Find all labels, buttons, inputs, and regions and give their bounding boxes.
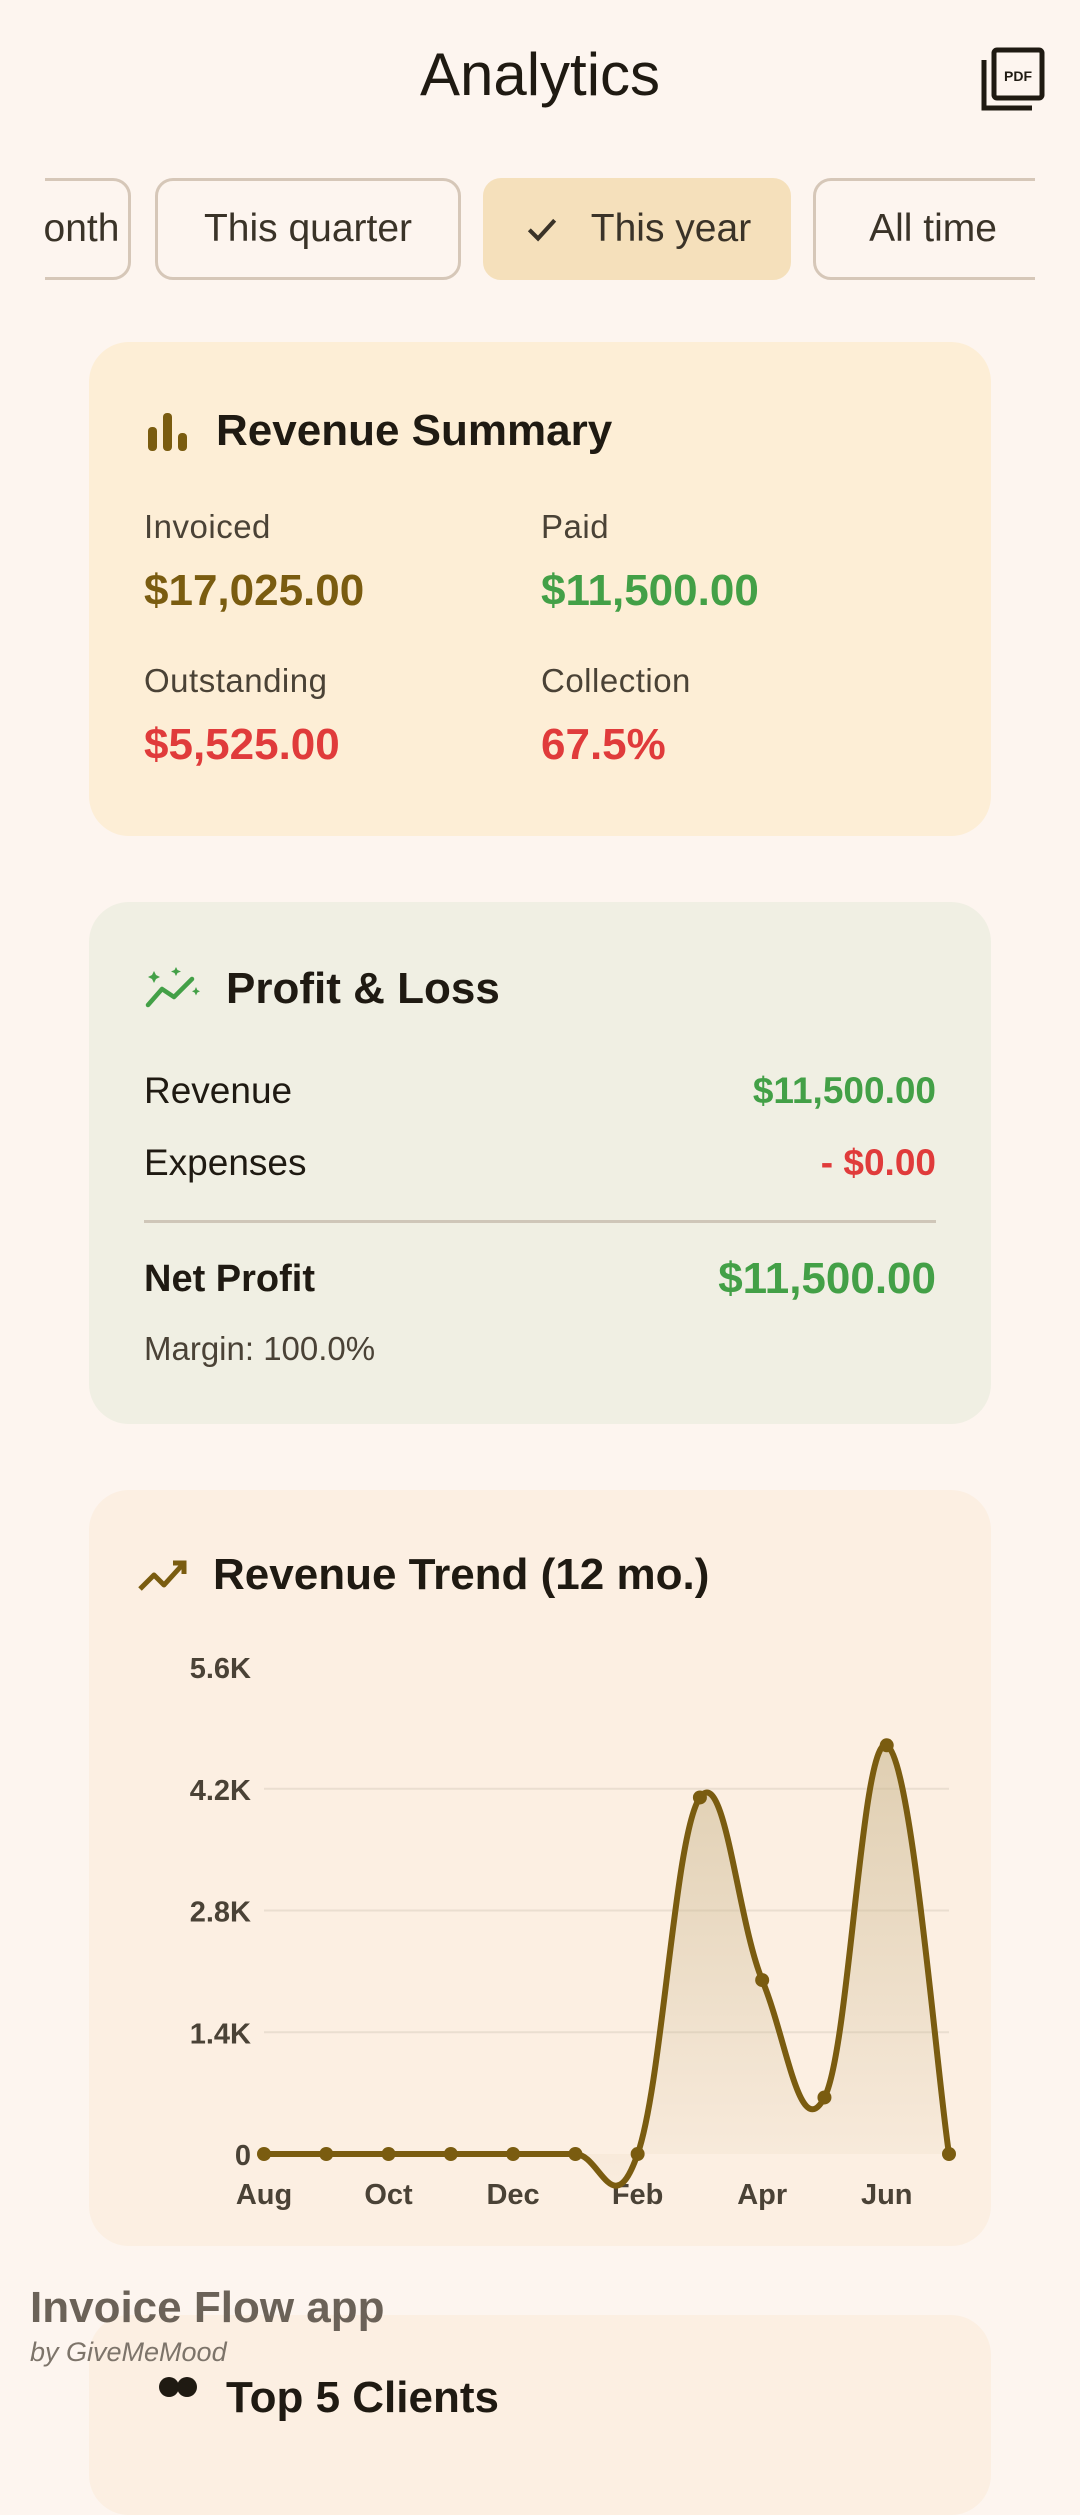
page-title: Analytics: [419, 41, 661, 108]
svg-text:PDF: PDF: [1004, 68, 1032, 84]
data-point: [942, 2147, 956, 2161]
profit-loss-card: Profit & Loss Revenue $11,500.00 Expense…: [89, 902, 991, 1424]
check-icon: [527, 218, 556, 242]
chip-this-quarter[interactable]: This quarter: [155, 178, 461, 280]
data-point: [568, 2147, 583, 2161]
revenue-label: Revenue: [144, 1070, 293, 1111]
chip-label: This year: [590, 207, 752, 250]
y-tick-label: 2.8K: [190, 1897, 251, 1929]
outstanding-value: $5,525.00: [144, 720, 340, 769]
chip-label: All time: [869, 207, 997, 250]
collection-label: Collection: [541, 662, 691, 699]
y-tick-label: 4.2K: [190, 1775, 251, 1807]
chip-all-time[interactable]: All time: [813, 178, 1035, 280]
data-point: [630, 2147, 645, 2161]
revenue-value: $11,500.00: [752, 1070, 936, 1111]
card-title: Revenue Summary: [216, 406, 613, 455]
data-point: [506, 2147, 521, 2161]
x-tick-label: Aug: [236, 2179, 292, 2211]
data-point: [879, 1738, 894, 1753]
invoiced-label: Invoiced: [144, 508, 271, 545]
y-tick-label: 5.6K: [190, 1653, 251, 1685]
revenue-trend-card: Revenue Trend (12 mo.) 0 1.4K 2.8K 4.2K 5.6K…: [89, 1490, 991, 2246]
paid-label: Paid: [541, 508, 610, 545]
y-tick-label: 1.4K: [190, 2018, 251, 2050]
app-bar: Analytics PDF: [0, 0, 1080, 150]
card-title: Profit & Loss: [226, 964, 500, 1013]
bar-chart-icon: [148, 413, 187, 451]
chip-this-month[interactable]: This month: [45, 178, 131, 280]
net-profit-label: Net Profit: [144, 1258, 315, 1300]
data-point: [319, 2147, 334, 2161]
data-point: [817, 2090, 832, 2105]
invoiced-value: $17,025.00: [144, 566, 365, 615]
card-header: Revenue Summary: [144, 406, 612, 456]
x-tick-label: Jun: [861, 2179, 913, 2211]
y-tick-label: 0: [235, 2140, 251, 2172]
card-header: Profit & Loss: [144, 964, 500, 1014]
x-tick-label: Oct: [364, 2179, 413, 2211]
brand-name: Invoice Flow app: [30, 2283, 385, 2332]
picture-as-pdf-icon[interactable]: PDF: [978, 44, 1048, 114]
brand-watermark: Invoice Flow app by GiveMeMood: [30, 2283, 385, 2368]
revenue-trend-chart: 01.4K2.8K4.2K5.6KAug Oct Dec Feb Apr Jun: [190, 1653, 956, 2211]
card-title: Top 5 Clients: [226, 2373, 499, 2422]
margin-text: Margin: 100.0%: [144, 1330, 376, 1367]
chip-label: This quarter: [203, 207, 413, 250]
chip-this-year[interactable]: This year: [483, 178, 791, 280]
expenses-row: Expenses - $0.00: [144, 1142, 936, 1184]
data-point: [443, 2147, 458, 2161]
x-tick-label: Apr: [737, 2179, 787, 2211]
brand-by: by GiveMeMood: [30, 2337, 227, 2367]
data-point: [257, 2147, 271, 2161]
data-point: [381, 2147, 396, 2161]
revenue-summary-card: Revenue Summary Invoiced $17,025.00 Paid…: [89, 342, 991, 836]
expenses-label: Expenses: [144, 1142, 307, 1183]
period-filter-chips: This month This quarter This year All ti…: [45, 178, 1035, 284]
outstanding-label: Outstanding: [144, 662, 328, 699]
paid-value: $11,500.00: [541, 566, 759, 615]
divider: [144, 1220, 936, 1223]
chip-label: This month: [45, 207, 120, 250]
x-tick-label: Dec: [486, 2179, 539, 2211]
auto-graph-icon: [145, 967, 200, 1008]
data-point: [692, 1790, 707, 1805]
people-icon: [159, 2377, 197, 2397]
data-point: [755, 1973, 770, 1988]
revenue-row: Revenue $11,500.00: [144, 1070, 936, 1112]
net-profit-row: Net Profit $11,500.00: [144, 1254, 936, 1303]
expenses-value: - $0.00: [820, 1142, 936, 1183]
collection-value: 67.5%: [541, 720, 666, 769]
net-profit-value: $11,500.00: [718, 1254, 936, 1303]
